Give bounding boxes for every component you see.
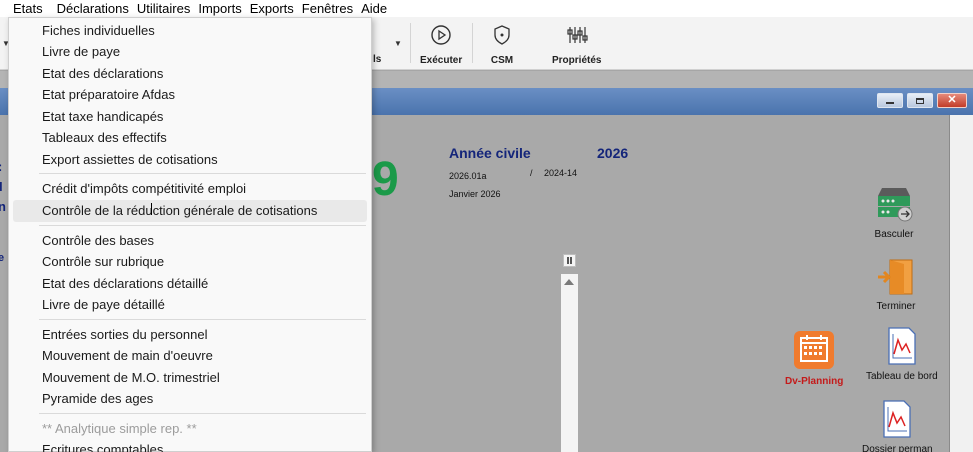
properties-button[interactable]: Propriétés — [552, 23, 601, 66]
menu-utilitaires[interactable]: Utilitaires — [133, 0, 194, 17]
menu-item-controle-sur-rubrique[interactable]: Contrôle sur rubrique — [42, 254, 164, 270]
shield-icon — [490, 23, 514, 47]
menu-item-livre-de-paye-detaille[interactable]: Livre de paye détaillé — [42, 297, 165, 313]
cut-text-fragment: e — [0, 252, 5, 264]
menu-item-mouvement-mo-trimestriel[interactable]: Mouvement de M.O. trimestriel — [42, 370, 220, 386]
menu-separator — [39, 225, 366, 226]
basculer-button[interactable]: Basculer — [874, 186, 914, 240]
exit-door-icon — [876, 258, 916, 299]
csm-label: CSM — [490, 55, 514, 66]
play-circle-icon — [429, 23, 453, 47]
vertical-scrollbar[interactable] — [561, 274, 578, 452]
menu-fenetres[interactable]: Fenêtres — [298, 0, 357, 17]
big-digit: 9 — [372, 153, 399, 206]
periode-text: Janvier 2026 — [449, 189, 501, 199]
cut-text-fragment: n — [0, 199, 6, 214]
annee-civile-label: Année civile — [449, 145, 531, 161]
menu-item-livre-de-paye[interactable]: Livre de paye — [42, 44, 120, 60]
menu-item-controle-des-bases[interactable]: Contrôle des bases — [42, 233, 154, 249]
menu-item-pyramide-des-ages[interactable]: Pyramide des ages — [42, 391, 153, 407]
menu-item-mouvement-main-oeuvre[interactable]: Mouvement de main d'oeuvre — [42, 348, 213, 364]
menu-bar: Etats Déclarations Utilitaires Imports E… — [0, 0, 973, 17]
execute-button[interactable]: Exécuter — [420, 23, 462, 66]
menu-item-etat-des-declarations[interactable]: Etat des déclarations — [42, 66, 163, 82]
menu-item-fiches-individuelles[interactable]: Fiches individuelles — [42, 23, 155, 39]
basculer-label: Basculer — [874, 229, 914, 240]
annee-civile-value: 2026 — [597, 145, 629, 161]
cut-text-fragment: I — [0, 179, 3, 194]
inner-window-right-edge — [949, 115, 973, 452]
tableau-de-bord-button[interactable]: Tableau de bord — [866, 326, 938, 382]
csm-button[interactable]: CSM — [490, 23, 514, 66]
execute-label: Exécuter — [420, 55, 463, 66]
scroll-up-arrow-icon[interactable] — [564, 279, 574, 285]
menu-item-credit-impots[interactable]: Crédit d'impôts compétitivité emploi — [42, 181, 246, 197]
menu-item-etat-preparatoire-afdas[interactable]: Etat préparatoire Afdas — [42, 87, 175, 103]
menu-item-etat-declarations-detaille[interactable]: Etat des déclarations détaillé — [42, 276, 208, 292]
dv-planning-label: Dv-Planning — [785, 376, 844, 387]
pause-icon — [567, 257, 572, 264]
dossier-permanent-button[interactable]: Dossier perman — [862, 399, 933, 452]
etats-dropdown-menu: Fiches individuelles Livre de paye Etat … — [8, 17, 372, 452]
terminer-label: Terminer — [876, 301, 916, 312]
menu-item-ecritures-comptables[interactable]: Ecritures comptables — [42, 442, 163, 452]
restore-icon — [916, 97, 924, 104]
close-button[interactable]: ✕ — [937, 93, 967, 108]
chart-document-icon — [885, 326, 919, 369]
menu-item-controle-reduction-generale[interactable]: Contrôle de la réduction générale de cot… — [42, 203, 317, 219]
properties-label: Propriétés — [552, 55, 602, 66]
menu-item-analytique-simple: ** Analytique simple rep. ** — [42, 421, 197, 436]
menu-item-entrees-sorties[interactable]: Entrées sorties du personnel — [42, 327, 207, 343]
menu-etats[interactable]: Etats — [0, 0, 47, 17]
menu-item-export-assiettes[interactable]: Export assiettes de cotisations — [42, 152, 218, 168]
slash-text: / — [530, 168, 533, 178]
server-switch-icon — [874, 186, 914, 227]
dossier-permanent-label: Dossier perman — [862, 444, 933, 452]
dv-planning-button[interactable]: Dv-Planning — [785, 329, 843, 387]
menu-separator — [39, 413, 366, 414]
terminer-button[interactable]: Terminer — [876, 258, 916, 312]
code-text: 2024-14 — [544, 168, 578, 178]
menu-item-tableaux-des-effectifs[interactable]: Tableaux des effectifs — [42, 130, 167, 146]
close-icon: ✕ — [947, 94, 957, 106]
toolbar-separator — [472, 23, 473, 63]
toolbar-separator — [410, 23, 411, 63]
menu-aide[interactable]: Aide — [357, 0, 391, 17]
menu-item-etat-taxe-handicapes[interactable]: Etat taxe handicapés — [42, 109, 163, 125]
menu-declarations[interactable]: Déclarations — [53, 0, 133, 17]
toolbar-dropdown-arrow-icon[interactable]: ▼ — [394, 39, 402, 48]
minimize-icon — [886, 102, 894, 104]
calendar-icon — [792, 329, 836, 374]
text-cursor-icon — [151, 203, 152, 215]
sliders-icon — [565, 23, 589, 47]
partial-toolbar-label: ls — [373, 54, 382, 65]
restore-button[interactable] — [907, 93, 933, 108]
tableau-de-bord-label: Tableau de bord — [866, 371, 938, 382]
chart-document-icon — [880, 399, 914, 442]
menu-separator — [39, 319, 366, 320]
version-text: 2026.01a — [449, 171, 487, 181]
menu-imports[interactable]: Imports — [194, 0, 245, 17]
minimize-button[interactable] — [877, 93, 903, 108]
cut-text-fragment: : — [0, 159, 2, 174]
pause-button[interactable] — [563, 254, 576, 267]
menu-separator — [39, 173, 366, 174]
menu-exports[interactable]: Exports — [246, 0, 298, 17]
